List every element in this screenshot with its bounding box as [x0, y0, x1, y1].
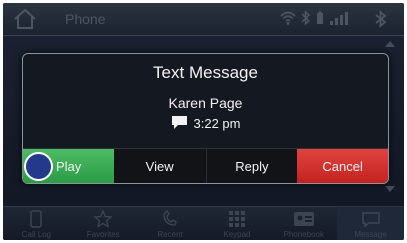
home-icon[interactable]: [11, 7, 39, 31]
nav-label: Message: [354, 230, 387, 239]
view-button[interactable]: View: [113, 149, 207, 183]
status-bar: Phone: [3, 3, 404, 36]
nav-label: Favorites: [86, 230, 120, 239]
bluetooth-icon[interactable]: [375, 9, 387, 34]
phone-icon: [3, 210, 70, 228]
dialog-title: Text Message: [153, 63, 258, 82]
nav-label: Recent: [157, 230, 183, 239]
wifi-icon: [279, 9, 297, 32]
star-icon: [70, 209, 137, 228]
dialog-button-row: Play View Reply Cancel: [23, 148, 388, 183]
infotainment-screen: Phone Call Log Favorites Recent Keypad P…: [3, 3, 404, 240]
play-button[interactable]: Play: [23, 149, 114, 183]
nav-item-recent[interactable]: Recent: [137, 207, 204, 240]
nav-item-call-log[interactable]: Call Log: [3, 207, 70, 240]
scroll-down-icon[interactable]: [385, 186, 395, 192]
play-indicator-icon: [24, 152, 53, 181]
nav-item-keypad[interactable]: Keypad: [203, 207, 270, 240]
nav-label: Keypad: [223, 230, 251, 239]
nav-item-message[interactable]: Message: [337, 207, 404, 240]
bottom-nav: Call Log Favorites Recent Keypad Phonebo…: [3, 206, 404, 240]
speech-bubble-icon: [171, 115, 188, 133]
nav-item-phonebook[interactable]: Phonebook: [270, 207, 337, 240]
phonebook-icon: [270, 210, 337, 228]
message-time: 3:22 pm: [193, 116, 241, 131]
signal-icon: [329, 9, 349, 32]
bluetooth-icon: [301, 9, 311, 32]
reply-button[interactable]: Reply: [206, 149, 298, 183]
nav-label: Call Log: [21, 230, 52, 239]
cancel-button[interactable]: Cancel: [297, 149, 388, 183]
nav-label: Phonebook: [283, 230, 324, 239]
keypad-icon: [203, 210, 270, 228]
battery-icon: [315, 9, 325, 32]
status-title: Phone: [65, 11, 106, 27]
scroll-up-icon[interactable]: [385, 41, 395, 47]
contact-name: Karen Page: [168, 95, 243, 111]
play-label: Play: [56, 159, 82, 174]
message-time-row: 3:22 pm: [23, 115, 388, 133]
message-icon: [337, 210, 404, 228]
nav-item-favorites[interactable]: Favorites: [70, 207, 137, 240]
recent-call-icon: [137, 209, 204, 228]
text-message-dialog: Text Message Karen Page 3:22 pm Play Vie…: [22, 53, 389, 184]
